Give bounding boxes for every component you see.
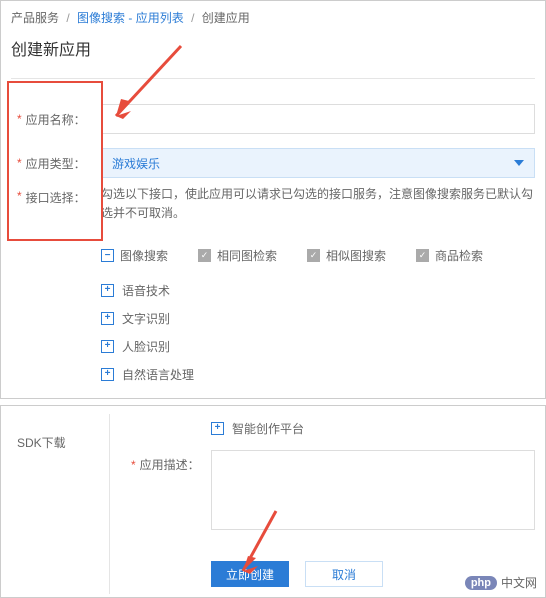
check-same-image[interactable]: 相同图检索	[198, 247, 277, 264]
breadcrumb-item-1[interactable]: 产品服务	[11, 11, 59, 25]
breadcrumb-sep: /	[66, 11, 69, 25]
sdk-download-label: SDK下载	[17, 434, 66, 451]
check-image-search[interactable]: 图像搜索	[101, 247, 168, 264]
php-watermark: php 中文网	[465, 574, 537, 591]
label-app-desc: *应用描述：	[131, 450, 211, 473]
breadcrumb-item-3: 创建应用	[202, 11, 250, 25]
plus-icon	[211, 422, 224, 435]
chevron-down-icon	[514, 160, 524, 166]
label-interface: *接口选择：	[17, 185, 101, 233]
minus-icon	[101, 249, 114, 262]
app-type-value: 游戏娱乐	[112, 155, 160, 172]
plus-icon	[101, 284, 114, 297]
tree-nlp[interactable]: 自然语言处理	[101, 360, 535, 388]
tree-smart-platform[interactable]: 智能创作平台	[211, 414, 535, 442]
app-desc-textarea[interactable]	[211, 450, 535, 530]
breadcrumb: 产品服务 / 图像搜索 - 应用列表 / 创建应用	[11, 9, 535, 26]
php-logo-icon: php	[465, 576, 497, 590]
tree-face[interactable]: 人脸识别	[101, 332, 535, 360]
check-icon	[416, 249, 429, 262]
create-button[interactable]: 立即创建	[211, 561, 289, 587]
tree-ocr[interactable]: 文字识别	[101, 304, 535, 332]
page-title: 创建新应用	[11, 36, 535, 60]
plus-icon	[101, 312, 114, 325]
php-text: 中文网	[501, 574, 537, 591]
label-app-name: *应用名称：	[17, 97, 101, 141]
check-icon	[307, 249, 320, 262]
tree-voice[interactable]: 语音技术	[101, 276, 535, 304]
breadcrumb-sep: /	[191, 11, 194, 25]
breadcrumb-item-2[interactable]: 图像搜索 - 应用列表	[77, 11, 184, 25]
divider	[11, 78, 535, 79]
check-icon	[198, 249, 211, 262]
check-product[interactable]: 商品检索	[416, 247, 483, 264]
plus-icon	[101, 368, 114, 381]
plus-icon	[101, 340, 114, 353]
label-app-type: *应用类型：	[17, 141, 101, 185]
check-similar-image[interactable]: 相似图搜索	[307, 247, 386, 264]
cancel-button[interactable]: 取消	[305, 561, 383, 587]
vertical-divider	[109, 414, 110, 594]
app-type-select[interactable]: 游戏娱乐	[101, 148, 535, 178]
app-name-input[interactable]	[101, 104, 535, 134]
interface-hint: 勾选以下接口，使此应用可以请求已勾选的接口服务，注意图像搜索服务已默认勾选并不可…	[101, 185, 535, 223]
